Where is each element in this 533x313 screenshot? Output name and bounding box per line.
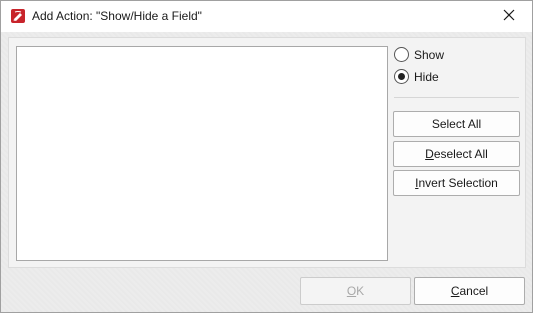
hide-radio-circle[interactable] xyxy=(394,69,409,84)
deselect-all-button[interactable]: Deselect All xyxy=(393,141,520,167)
select-all-label: Select All xyxy=(431,117,482,131)
cancel-label: Cancel xyxy=(450,284,489,298)
separator xyxy=(394,97,519,98)
invert-selection-button[interactable]: Invert Selection xyxy=(393,170,520,196)
show-radio-circle[interactable] xyxy=(394,47,409,62)
hide-radio-label: Hide xyxy=(414,69,439,84)
window-title: Add Action: "Show/Hide a Field" xyxy=(32,9,202,23)
pdf-editor-icon xyxy=(10,8,26,24)
close-button[interactable] xyxy=(486,1,532,32)
radio-selected-dot xyxy=(398,73,405,80)
ok-label: OK xyxy=(346,284,365,298)
cancel-button[interactable]: Cancel xyxy=(414,277,525,305)
add-action-dialog: Add Action: "Show/Hide a Field" Show Hid… xyxy=(0,0,533,313)
deselect-all-label: Deselect All xyxy=(425,147,488,161)
field-list[interactable] xyxy=(16,46,388,261)
invert-selection-label: Invert Selection xyxy=(415,176,498,190)
show-radio-label: Show xyxy=(414,47,445,62)
close-icon xyxy=(503,9,515,24)
title-bar: Add Action: "Show/Hide a Field" xyxy=(1,1,532,32)
select-all-button[interactable]: Select All xyxy=(393,111,520,137)
ok-button[interactable]: OK xyxy=(300,277,411,305)
hide-radio[interactable]: Hide xyxy=(394,69,439,84)
show-radio[interactable]: Show xyxy=(394,47,444,62)
